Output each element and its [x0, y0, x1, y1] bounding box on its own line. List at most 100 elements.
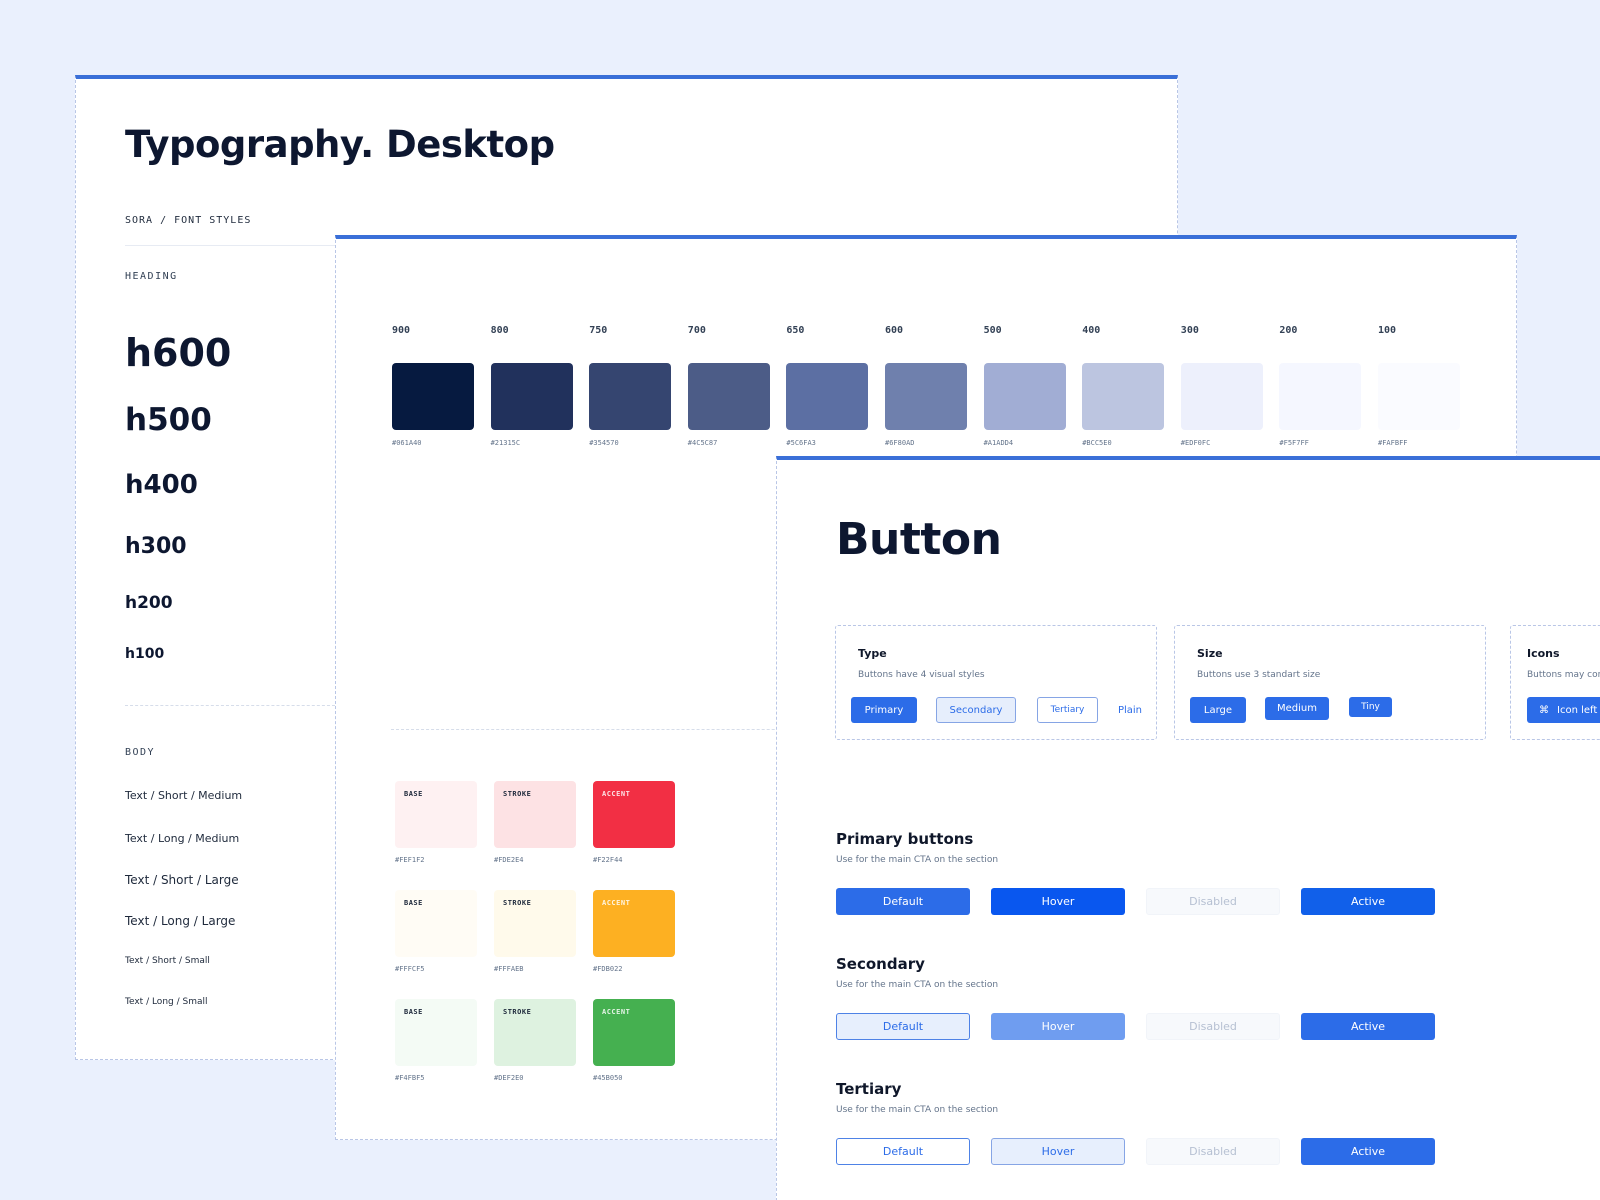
typography-title: Typography. Desktop — [125, 123, 555, 166]
heading-h600: h600 — [125, 331, 232, 375]
shade-label: 900 — [392, 325, 411, 336]
secondary-button[interactable]: Secondary — [936, 697, 1016, 723]
breadcrumb: SORA / FONT STYLES — [125, 215, 252, 226]
swatch-hex: #FFFCF5 — [395, 965, 425, 973]
status-stroke-swatch: STROKE — [494, 890, 576, 957]
tiny-button[interactable]: Tiny — [1349, 697, 1392, 717]
swatch-hex: #FDB022 — [593, 965, 623, 973]
plain-button[interactable]: Plain — [1110, 697, 1150, 723]
shade-label: 750 — [589, 325, 608, 336]
status-stroke-swatch: STROKE — [494, 781, 576, 848]
shade-label: 300 — [1180, 325, 1199, 336]
card-description: Buttons use 3 standart size — [1197, 670, 1321, 680]
tertiary-disabled-button[interactable]: Disabled — [1146, 1138, 1280, 1165]
swatch-label: ACCENT — [602, 1008, 631, 1016]
tertiary-default-button[interactable]: Default — [836, 1138, 970, 1165]
shade-hex: #A1ADD4 — [983, 439, 1014, 447]
secondary-default-button[interactable]: Default — [836, 1013, 970, 1040]
card-title: Size — [1197, 647, 1223, 660]
shade-hex: #354570 — [589, 439, 619, 447]
secondary-group-description: Use for the main CTA on the section — [836, 980, 999, 990]
shade-swatch — [885, 363, 967, 430]
status-accent-swatch: ACCENT — [593, 999, 675, 1066]
body-style-long-large: Text / Long / Large — [125, 914, 236, 928]
shade-swatch — [490, 363, 573, 430]
swatch-hex: #DEF2E0 — [494, 1074, 524, 1082]
shade-swatch — [786, 363, 869, 430]
secondary-active-button[interactable]: Active — [1301, 1013, 1435, 1040]
shade-label: 700 — [687, 325, 706, 336]
shade-label: 100 — [1378, 325, 1397, 336]
shade-hex: #F5F7FF — [1279, 439, 1309, 447]
button-label: Icon left — [1557, 704, 1598, 716]
primary-group-description: Use for the main CTA on the section — [836, 855, 999, 865]
shade-label: 650 — [786, 325, 805, 336]
heading-h200: h200 — [125, 593, 173, 613]
primary-group-title: Primary buttons — [836, 830, 974, 848]
swatch-hex: #FDE2E4 — [494, 856, 524, 864]
large-button[interactable]: Large — [1190, 697, 1246, 723]
shade-hex: #6F80AD — [885, 439, 915, 447]
primary-active-button[interactable]: Active — [1301, 888, 1435, 915]
icons-card: Icons Buttons may con ⌘ Icon left — [1510, 625, 1600, 740]
primary-button[interactable]: Primary — [851, 697, 917, 723]
swatch-label: BASE — [404, 790, 423, 798]
swatch-label: ACCENT — [602, 790, 631, 798]
shade-hex: #5C6FA3 — [786, 439, 816, 447]
heading-h500: h500 — [125, 402, 212, 438]
heading-section-label: HEADING — [125, 271, 178, 282]
divider — [125, 245, 335, 246]
primary-disabled-button[interactable]: Disabled — [1146, 888, 1280, 915]
tertiary-group-description: Use for the main CTA on the section — [836, 1105, 999, 1115]
medium-button[interactable]: Medium — [1265, 697, 1329, 720]
shade-hex: #21315C — [490, 439, 521, 447]
swatch-hex: #FEF1F2 — [395, 856, 425, 864]
shade-hex: #061A40 — [392, 439, 422, 447]
swatch-label: ACCENT — [602, 899, 631, 907]
type-card: Type Buttons have 4 visual styles Primar… — [835, 625, 1157, 740]
body-style-long-medium: Text / Long / Medium — [125, 832, 240, 845]
card-description: Buttons may con — [1527, 670, 1600, 680]
swatch-label: STROKE — [503, 899, 532, 907]
shade-swatch — [1082, 363, 1165, 430]
primary-hover-button[interactable]: Hover — [991, 888, 1125, 915]
swatch-label: BASE — [404, 899, 423, 907]
status-accent-swatch: ACCENT — [593, 781, 675, 848]
swatch-label: BASE — [404, 1008, 423, 1016]
tertiary-active-button[interactable]: Active — [1301, 1138, 1435, 1165]
swatch-hex: #F22F44 — [593, 856, 623, 864]
shade-label: 500 — [983, 325, 1002, 336]
swatch-label: STROKE — [503, 1008, 532, 1016]
shade-swatch — [1279, 363, 1362, 430]
heading-h100: h100 — [125, 646, 165, 662]
tertiary-hover-button[interactable]: Hover — [991, 1138, 1125, 1165]
shade-swatch — [392, 363, 474, 430]
shade-label: 600 — [885, 325, 904, 336]
icon-left-button[interactable]: ⌘ Icon left — [1527, 697, 1600, 723]
body-style-long-small: Text / Long / Small — [125, 997, 208, 1007]
body-style-short-large: Text / Short / Large — [125, 873, 239, 887]
status-base-swatch: BASE — [395, 999, 477, 1066]
body-section-label: BODY — [125, 747, 156, 758]
shade-label: 800 — [490, 325, 509, 336]
shade-label: 400 — [1082, 325, 1101, 336]
tertiary-button[interactable]: Tertiary — [1037, 697, 1098, 723]
swatch-hex: #45B050 — [593, 1074, 623, 1082]
primary-default-button[interactable]: Default — [836, 888, 970, 915]
card-title: Type — [858, 647, 887, 660]
shade-hex: #BCC5E0 — [1082, 439, 1112, 447]
secondary-group-title: Secondary — [836, 955, 925, 973]
body-style-short-small: Text / Short / Small — [125, 956, 210, 966]
swatch-hex: #F4FBF5 — [395, 1074, 425, 1082]
shade-label: 200 — [1279, 325, 1298, 336]
secondary-disabled-button[interactable]: Disabled — [1146, 1013, 1280, 1040]
card-title: Icons — [1527, 647, 1560, 660]
heading-h300: h300 — [125, 534, 187, 559]
shade-hex: #4C5C87 — [687, 439, 718, 447]
status-base-swatch: BASE — [395, 890, 477, 957]
shade-hex: #EDF0FC — [1180, 439, 1211, 447]
tertiary-group-title: Tertiary — [836, 1080, 902, 1098]
shade-swatch — [687, 363, 770, 430]
secondary-hover-button[interactable]: Hover — [991, 1013, 1125, 1040]
heading-h400: h400 — [125, 470, 198, 500]
